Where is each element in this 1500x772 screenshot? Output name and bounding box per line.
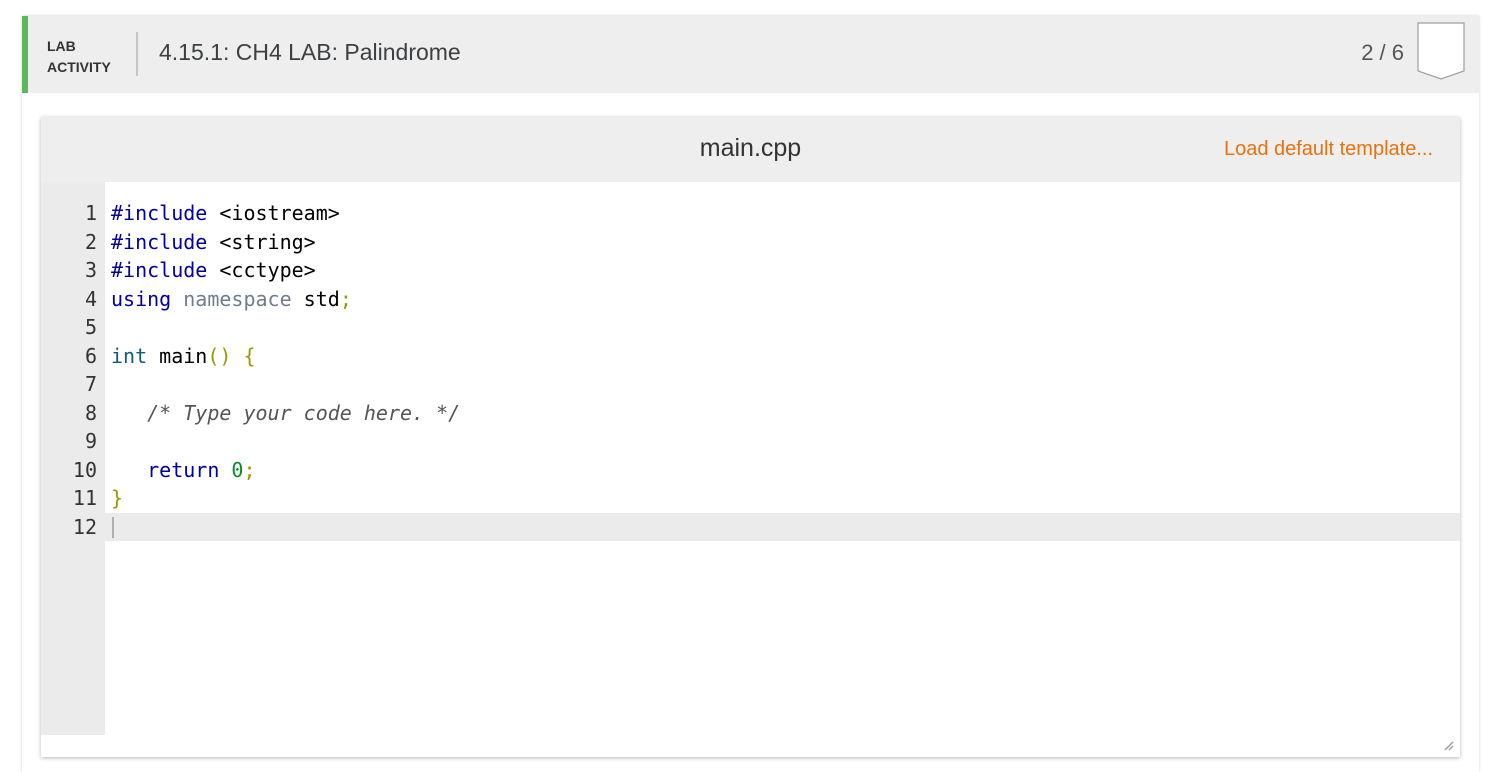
line-number: 7 — [84, 372, 97, 396]
code-token: ; — [243, 457, 256, 482]
code-token: <cctype> — [207, 258, 316, 282]
lab-title: 4.15.1: CH4 LAB: Palindrome — [159, 39, 461, 65]
badge-line-activity: ACTIVITY — [47, 59, 111, 75]
line-number: 3 — [84, 258, 97, 282]
code-editor[interactable]: 1 #include <iostream> 2 #include <string> 3 #… — [41, 182, 1460, 735]
code-lines[interactable]: 1 #include <iostream> 2 #include <string> 3 #… — [41, 199, 1460, 541]
code-line[interactable]: 3 #include <cctype> — [41, 256, 1460, 285]
code-token: 0 — [231, 457, 244, 482]
lab-activity-badge: LAB ACTIVITY — [47, 36, 127, 78]
line-text: return 0; — [111, 456, 256, 485]
resize-handle-icon[interactable] — [1442, 739, 1454, 751]
bookmark-icon[interactable] — [1417, 22, 1465, 80]
code-editor-panel: main.cpp Load default template... 1 #incl… — [41, 117, 1460, 757]
code-line[interactable]: 5 — [41, 313, 1460, 342]
code-token: ; — [339, 286, 352, 311]
load-default-template-link[interactable]: Load default template... — [1224, 138, 1433, 161]
code-token: #include — [111, 229, 208, 254]
line-number: 8 — [84, 400, 97, 425]
line-text: #include <iostream> — [111, 199, 340, 228]
code-token: main — [147, 343, 208, 368]
code-line[interactable]: 9 — [41, 427, 1460, 456]
code-token: using — [111, 286, 172, 311]
code-token: #include — [111, 258, 208, 282]
code-line[interactable]: 10 return 0; — [41, 456, 1460, 485]
code-token: { — [243, 343, 256, 368]
line-number: 4 — [84, 286, 97, 311]
line-number: 1 — [84, 201, 97, 225]
lab-activity-card: LAB ACTIVITY 4.15.1: CH4 LAB: Palindrome… — [22, 16, 1479, 772]
code-line[interactable]: 1 #include <iostream> — [41, 199, 1460, 228]
line-number: 2 — [84, 229, 97, 254]
line-number: 11 — [72, 486, 97, 510]
code-line[interactable]: 12 — [41, 512, 1460, 541]
code-line[interactable]: 7 — [41, 370, 1460, 399]
code-token: namespace — [183, 286, 292, 311]
line-number: 9 — [84, 429, 97, 453]
code-token: /* Type your code here. */ — [147, 400, 461, 425]
line-text: /* Type your code here. */ — [111, 399, 460, 428]
header-divider — [136, 32, 138, 76]
code-token: std — [291, 286, 340, 311]
line-text: using namespace std; — [111, 285, 352, 314]
line-number: 5 — [84, 315, 97, 339]
code-line[interactable]: 2 #include <string> — [41, 228, 1460, 257]
line-text: int main() { — [111, 342, 256, 371]
code-token: #include — [111, 201, 208, 225]
code-token: return — [147, 457, 220, 482]
line-number: 10 — [72, 457, 97, 482]
line-number: 12 — [72, 514, 97, 539]
code-line[interactable]: 11} — [41, 484, 1460, 513]
line-number: 6 — [84, 343, 97, 368]
code-line[interactable]: 6 int main() { — [41, 342, 1460, 371]
badge-line-lab: LAB — [47, 38, 76, 54]
line-text: } — [111, 484, 123, 513]
code-token: <string> — [207, 229, 316, 254]
editor-toolbar: main.cpp Load default template... — [41, 117, 1460, 182]
lab-header: LAB ACTIVITY 4.15.1: CH4 LAB: Palindrome… — [22, 16, 1479, 93]
code-token: () — [207, 343, 232, 368]
line-text: #include <cctype> — [111, 256, 316, 285]
code-token: } — [111, 486, 124, 510]
code-line[interactable]: 4 using namespace std; — [41, 285, 1460, 314]
line-text: #include <string> — [111, 228, 316, 257]
text-cursor — [112, 516, 114, 538]
code-token: int — [111, 343, 148, 368]
code-token: <iostream> — [207, 201, 340, 225]
code-line[interactable]: 8 /* Type your code here. */ — [41, 399, 1460, 428]
progress-count: 2 / 6 — [1361, 40, 1404, 65]
